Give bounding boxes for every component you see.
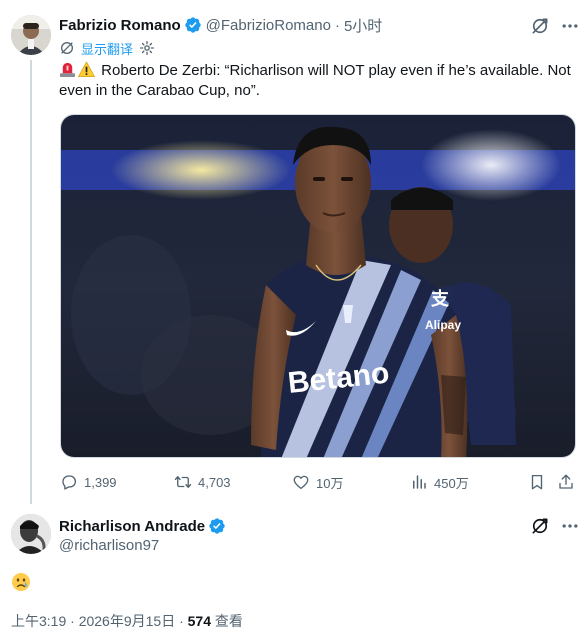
share-icon: [559, 474, 573, 489]
verified-badge-icon: [208, 517, 226, 535]
reply-header: Richarlison Andrade: [59, 516, 226, 536]
reply-view-count: 574: [187, 613, 211, 629]
analytics-icon: [413, 475, 426, 489]
warning-emoji: [77, 61, 96, 78]
tweet-photo[interactable]: Betano 支 Alipay: [60, 114, 576, 458]
translate-icon[interactable]: [59, 40, 75, 56]
quoted-time-ago[interactable]: 5小时: [344, 15, 382, 36]
reply-author-name[interactable]: Richarlison Andrade: [59, 518, 205, 535]
views-action[interactable]: 450万: [410, 470, 469, 494]
richarlison-avatar[interactable]: [11, 514, 51, 554]
repost-icon: [174, 476, 192, 488]
view-count: 450万: [434, 475, 469, 491]
reply-timestamp[interactable]: 上午3:19 · 2026年9月15日 ·: [11, 613, 188, 629]
like-action[interactable]: 10万: [292, 470, 343, 494]
like-count: 10万: [316, 475, 344, 491]
fabrizio-avatar[interactable]: [11, 15, 51, 55]
reply-action[interactable]: 1,399: [60, 470, 117, 494]
reply-view-label: 查看: [211, 613, 243, 629]
bookmark-icon: [531, 474, 543, 490]
quoted-tweet-header: Fabrizio Romano @FabrizioRomano · 5小时: [59, 15, 382, 35]
repost-count: 4,703: [198, 474, 231, 490]
reply-icon: [62, 475, 77, 490]
quoted-tweet-text: Roberto De Zerbi: “Richarlison will NOT …: [59, 61, 571, 101]
sleeve-sponsor-text: Alipay: [425, 318, 461, 332]
quoted-tweet-body: Roberto De Zerbi: “Richarlison will NOT …: [59, 62, 571, 99]
verified-badge-icon: [184, 16, 202, 34]
reply-timestamp-row: 上午3:19 · 2026年9月15日 · 574 查看: [11, 611, 243, 631]
settings-gear-icon[interactable]: [139, 40, 155, 56]
show-translation-link[interactable]: 显示翻译: [81, 39, 133, 58]
crying-face-emoji: [11, 572, 31, 592]
more-options-icon[interactable]: [560, 16, 580, 36]
translate-row: 显示翻译: [59, 39, 155, 57]
grok-icon[interactable]: [530, 16, 550, 36]
sleeve-sponsor-mark: 支: [430, 288, 450, 310]
quoted-author-handle[interactable]: @FabrizioRomano: [206, 17, 331, 34]
separator-dot: ·: [334, 16, 340, 34]
reply-count: 1,399: [84, 474, 117, 490]
quoted-author-name[interactable]: Fabrizio Romano: [59, 17, 181, 34]
thread-connector-line: [30, 60, 32, 504]
reply-author-handle[interactable]: @richarlison97: [59, 537, 159, 554]
heart-icon: [293, 475, 309, 490]
share-action[interactable]: [557, 470, 575, 494]
rotating-light-emoji: [59, 61, 76, 78]
grok-icon[interactable]: [530, 516, 550, 536]
bookmark-action[interactable]: [528, 470, 546, 494]
more-options-icon[interactable]: [560, 516, 580, 536]
repost-action[interactable]: 4,703: [174, 470, 231, 494]
tweet-action-bar: 1,399 4,703 10万 450万: [60, 470, 580, 494]
